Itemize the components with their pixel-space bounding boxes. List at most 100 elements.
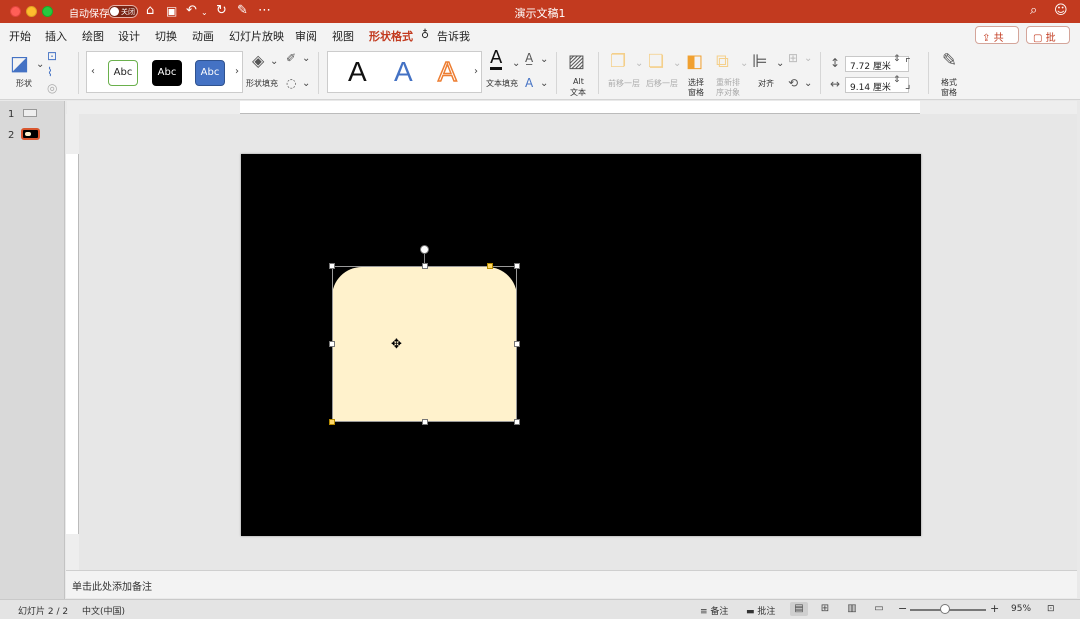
search-icon[interactable]: ⌕ bbox=[1030, 3, 1037, 19]
align-label: 对齐 bbox=[758, 79, 774, 88]
text-fill-dropdown-icon[interactable]: ⌄ bbox=[512, 58, 520, 69]
account-icon[interactable]: ☺ bbox=[1054, 3, 1068, 19]
format-pane-icon[interactable]: ✎ bbox=[942, 50, 957, 71]
rotate-dropdown-icon[interactable]: ⌄ bbox=[804, 78, 812, 89]
tab-design[interactable]: 设计 bbox=[118, 28, 140, 44]
height-stepper[interactable]: ⇕ bbox=[893, 54, 901, 64]
shape-fill-label: 形状填充 bbox=[246, 79, 278, 88]
align-icon[interactable]: ⊫ bbox=[752, 51, 768, 72]
width-stepper[interactable]: ⇕ bbox=[893, 75, 901, 85]
gallery-prev-icon[interactable]: ‹ bbox=[91, 66, 95, 77]
comments-button[interactable]: ▢ 批注 bbox=[1026, 26, 1070, 59]
bring-forward-label: 前移一层 bbox=[608, 79, 640, 88]
zoom-slider-handle[interactable] bbox=[940, 604, 950, 614]
shape-effects-icon[interactable]: ◌ bbox=[286, 76, 296, 90]
text-box-icon[interactable]: ⊡ bbox=[47, 49, 57, 63]
wordart-next-icon[interactable]: › bbox=[474, 66, 478, 77]
text-fill-label: 文本填充 bbox=[486, 79, 518, 88]
wordart-style-blue[interactable]: A bbox=[394, 55, 413, 89]
alt-text-label: Alt bbox=[573, 77, 584, 86]
shape-style-black[interactable]: Abc bbox=[152, 60, 182, 86]
wordart-styles-gallery[interactable]: A A A › bbox=[327, 51, 482, 93]
text-effects-dropdown-icon[interactable]: ⌄ bbox=[540, 78, 548, 89]
tab-review[interactable]: 审阅 bbox=[295, 28, 317, 44]
rotate-icon[interactable]: ⟲ bbox=[788, 76, 798, 90]
zoom-in-icon[interactable]: + bbox=[990, 602, 999, 615]
slideshow-view-button[interactable]: ▭ bbox=[870, 602, 888, 616]
slide-thumbnail-1[interactable] bbox=[23, 109, 37, 117]
adjust-handle-bottom-left[interactable] bbox=[329, 419, 335, 425]
text-outline-icon[interactable]: A̲ bbox=[525, 51, 533, 65]
align-dropdown-icon[interactable]: ⌄ bbox=[776, 58, 784, 69]
resize-handle-top-left[interactable] bbox=[329, 263, 335, 269]
resize-handle-top-right[interactable] bbox=[514, 263, 520, 269]
crop-icon[interactable]: ⌜ bbox=[905, 56, 911, 70]
reading-view-button[interactable]: ▥ bbox=[843, 602, 861, 616]
divider bbox=[928, 52, 929, 94]
text-effects-icon[interactable]: A bbox=[525, 76, 533, 90]
resize-handle-right[interactable] bbox=[514, 341, 520, 347]
wordart-style-orange-outline[interactable]: A bbox=[437, 55, 457, 89]
tab-home[interactable]: 开始 bbox=[9, 28, 31, 44]
wordart-style-black[interactable]: A bbox=[348, 55, 367, 89]
tab-transitions[interactable]: 切换 bbox=[155, 28, 177, 44]
slide-sorter-view-button[interactable]: ⊞ bbox=[816, 602, 834, 616]
merge-shapes-icon: ◎ bbox=[47, 81, 58, 95]
adjust-handle-corner-radius[interactable] bbox=[487, 263, 493, 269]
gallery-next-icon[interactable]: › bbox=[235, 66, 239, 77]
notes-pane[interactable]: 单击此处添加备注 bbox=[66, 570, 1077, 598]
shape-effects-dropdown-icon[interactable]: ⌄ bbox=[302, 78, 310, 89]
language-indicator[interactable]: 中文(中国) bbox=[82, 604, 125, 617]
text-fill-icon[interactable]: A bbox=[490, 49, 503, 70]
resize-handle-left[interactable] bbox=[329, 341, 335, 347]
tab-slideshow[interactable]: 幻灯片放映 bbox=[229, 28, 284, 44]
rotate-handle[interactable] bbox=[420, 245, 429, 254]
resize-handle-top[interactable] bbox=[422, 263, 428, 269]
tab-insert[interactable]: 插入 bbox=[45, 28, 67, 44]
zoom-level[interactable]: 95% bbox=[1011, 604, 1031, 614]
text-outline-dropdown-icon[interactable]: ⌄ bbox=[540, 54, 548, 65]
alt-text-label-2: 文本 bbox=[570, 88, 586, 97]
alt-text-icon[interactable]: ▨ bbox=[568, 51, 585, 72]
send-backward-dropdown-icon: ⌄ bbox=[673, 58, 682, 69]
lock-aspect-icon[interactable]: ⌟ bbox=[905, 77, 911, 91]
notes-toggle-button[interactable]: ≡ 备注 bbox=[700, 604, 728, 617]
tab-animations[interactable]: 动画 bbox=[192, 28, 214, 44]
tell-me-search[interactable]: 告诉我 bbox=[437, 28, 470, 44]
document-title: 演示文稿1 bbox=[514, 7, 566, 20]
resize-handle-bottom-right[interactable] bbox=[514, 419, 520, 425]
edit-shape-icon[interactable]: ⌇ bbox=[47, 65, 53, 79]
selection-box bbox=[332, 266, 517, 422]
shape-outline-icon[interactable]: ✐ bbox=[286, 51, 296, 65]
share-icon: ⇪ bbox=[982, 33, 991, 44]
comments-toggle-button[interactable]: ▬ 批注 bbox=[746, 604, 775, 617]
normal-view-button[interactable]: ▤ bbox=[790, 602, 808, 616]
shape-fill-icon[interactable]: ◈ bbox=[252, 51, 264, 70]
comments-btn-label: 批注 bbox=[757, 607, 776, 617]
divider bbox=[598, 52, 599, 94]
shape-outline-dropdown-icon[interactable]: ⌄ bbox=[302, 53, 310, 64]
shapes-dropdown-icon[interactable]: ⌄ bbox=[36, 59, 44, 70]
shape-style-outline[interactable]: Abc bbox=[108, 60, 138, 86]
notes-placeholder[interactable]: 单击此处添加备注 bbox=[72, 578, 152, 593]
tab-draw[interactable]: 绘图 bbox=[82, 28, 104, 44]
tab-shape-format[interactable]: 形状格式 bbox=[369, 28, 413, 49]
fit-to-window-icon[interactable]: ⊡ bbox=[1047, 604, 1055, 614]
tab-view[interactable]: 视图 bbox=[332, 28, 354, 44]
group-dropdown-icon: ⌄ bbox=[804, 53, 813, 64]
notes-btn-label: 备注 bbox=[710, 607, 729, 617]
selection-pane-icon[interactable]: ◧ bbox=[686, 51, 703, 72]
resize-handle-bottom[interactable] bbox=[422, 419, 428, 425]
shapes-icon[interactable]: ◪ bbox=[10, 51, 29, 75]
slide-thumbnails-pane: 1 2 bbox=[0, 101, 65, 601]
divider bbox=[556, 52, 557, 94]
share-button[interactable]: ⇪ 共享 bbox=[975, 26, 1019, 59]
shape-style-blue[interactable]: Abc bbox=[195, 60, 225, 86]
move-cursor-icon: ✥ bbox=[391, 337, 402, 352]
shape-fill-dropdown-icon[interactable]: ⌄ bbox=[270, 56, 278, 67]
zoom-out-icon[interactable]: − bbox=[898, 602, 907, 615]
format-pane-label-2: 窗格 bbox=[941, 88, 957, 97]
slide-thumbnail-2[interactable] bbox=[21, 128, 40, 140]
height-icon: ↕ bbox=[830, 56, 841, 70]
shape-styles-gallery[interactable]: ‹ Abc Abc Abc › bbox=[86, 51, 243, 93]
